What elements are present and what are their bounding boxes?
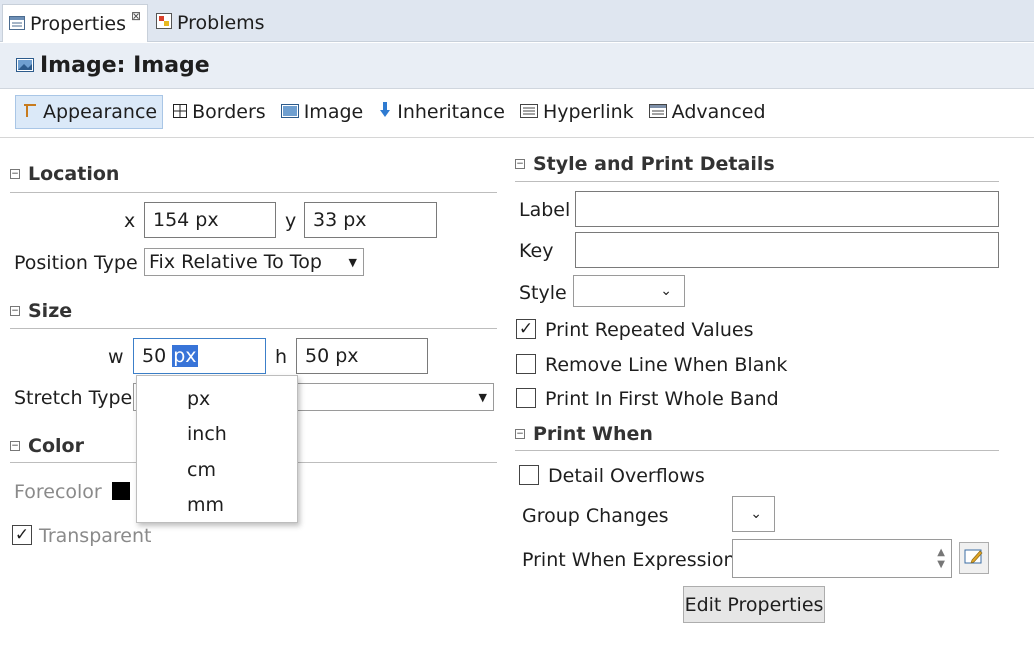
h-label: h <box>275 346 288 368</box>
y-label: y <box>285 210 297 232</box>
page-title: Image: Image <box>40 53 210 78</box>
x-label: x <box>124 210 136 232</box>
tab-appearance[interactable]: Appearance <box>15 95 164 129</box>
style-print-section-header[interactable]: − Style and Print Details <box>515 153 775 175</box>
forecolor-swatch[interactable] <box>112 482 130 500</box>
size-title: Size <box>28 300 73 322</box>
tab-hyperlink[interactable]: Hyperlink <box>514 95 639 129</box>
properties-header: Image: Image <box>0 43 1034 89</box>
image-icon <box>280 101 299 123</box>
tab-image[interactable]: Image <box>275 95 369 129</box>
style-label: Style <box>519 282 567 304</box>
edit-properties-button[interactable]: Edit Properties <box>683 586 825 623</box>
problems-icon <box>156 12 172 34</box>
color-title: Color <box>28 435 84 457</box>
collapse-icon[interactable]: − <box>515 429 525 439</box>
expression-label: Print When Expression <box>522 549 736 571</box>
collapse-icon[interactable]: − <box>515 159 525 169</box>
w-label: w <box>108 346 124 368</box>
expression-editor-button[interactable] <box>959 542 989 574</box>
detail-overflows-checkbox[interactable] <box>519 465 539 485</box>
transparent-label: Transparent <box>39 525 152 547</box>
tab-advanced[interactable]: Advanced <box>643 95 771 129</box>
section-tabs: Appearance Borders Image Inheritance Hyp… <box>0 90 1034 134</box>
unit-option-px[interactable]: px <box>187 388 210 410</box>
label-input[interactable] <box>575 191 999 227</box>
view-tab-strip: Properties ⊠ Problems <box>0 0 1034 42</box>
tab-borders[interactable]: Borders <box>167 95 271 129</box>
tab-advanced-label: Advanced <box>671 101 766 123</box>
transparent-checkbox[interactable]: ✓ <box>12 525 32 545</box>
expression-input[interactable]: ▲ ▼ <box>732 539 952 578</box>
stretch-type-label: Stretch Type <box>14 387 133 409</box>
hyperlink-icon <box>519 101 538 123</box>
color-section-header[interactable]: − Color <box>10 435 84 457</box>
tab-appearance-label: Appearance <box>43 101 158 123</box>
collapse-icon[interactable]: − <box>10 306 20 316</box>
location-title: Location <box>28 163 120 185</box>
tab-problems-label: Problems <box>177 12 265 34</box>
print-when-title: Print When <box>533 423 653 445</box>
size-section-header[interactable]: − Size <box>10 300 72 322</box>
collapse-icon[interactable]: − <box>10 441 20 451</box>
tab-problems[interactable]: Problems <box>150 4 270 42</box>
chevron-down-icon: ⌄ <box>750 506 762 522</box>
properties-icon <box>9 13 25 35</box>
w-unit-selected: px <box>172 345 198 367</box>
collapse-icon[interactable]: − <box>10 169 20 179</box>
style-print-title: Style and Print Details <box>533 153 775 175</box>
tab-image-label: Image <box>303 101 364 123</box>
dropdown-arrow-icon: ▼ <box>348 255 357 269</box>
group-changes-select[interactable]: ⌄ <box>732 496 775 532</box>
edit-icon <box>964 547 984 570</box>
advanced-icon <box>648 101 667 123</box>
image-icon <box>16 55 34 77</box>
unit-option-cm[interactable]: cm <box>187 459 216 481</box>
unit-option-inch[interactable]: inch <box>187 423 227 445</box>
x-input[interactable]: 154 px <box>144 202 276 238</box>
print-first-band-checkbox[interactable] <box>516 388 536 408</box>
forecolor-label: Forecolor <box>14 481 102 503</box>
position-type-select[interactable]: Fix Relative To Top ▼ <box>144 248 364 276</box>
w-number: 50 <box>142 345 173 367</box>
print-repeated-checkbox[interactable]: ✓ <box>516 319 536 339</box>
inheritance-icon <box>378 101 392 124</box>
unit-dropdown-menu: px inch cm mm <box>136 375 298 523</box>
y-input[interactable]: 33 px <box>304 202 437 238</box>
tab-borders-label: Borders <box>192 101 266 123</box>
label-label: Label <box>519 199 571 221</box>
divider <box>10 192 497 193</box>
tab-properties-label: Properties <box>30 12 127 35</box>
divider <box>10 328 497 329</box>
appearance-icon <box>22 101 38 123</box>
print-repeated-label: Print Repeated Values <box>545 319 754 341</box>
dropdown-arrow-icon: ▼ <box>478 390 487 404</box>
position-type-label: Position Type <box>14 252 138 274</box>
h-input[interactable]: 50 px <box>296 338 428 374</box>
divider <box>515 181 999 182</box>
remove-line-checkbox[interactable] <box>516 354 536 374</box>
key-input[interactable] <box>575 232 999 268</box>
tab-inheritance[interactable]: Inheritance <box>372 95 510 129</box>
unit-option-mm[interactable]: mm <box>187 494 224 516</box>
print-first-band-label: Print In First Whole Band <box>545 388 779 410</box>
key-label: Key <box>519 240 554 262</box>
group-changes-label: Group Changes <box>522 505 669 527</box>
spinner-arrows-icon[interactable]: ▲ ▼ <box>937 547 945 571</box>
position-type-value: Fix Relative To Top <box>149 251 322 273</box>
divider <box>515 450 999 451</box>
tab-properties[interactable]: Properties ⊠ <box>2 4 148 42</box>
remove-line-label: Remove Line When Blank <box>545 354 788 376</box>
print-when-section-header[interactable]: − Print When <box>515 423 653 445</box>
tab-inheritance-label: Inheritance <box>397 101 505 123</box>
close-icon[interactable]: ⊠ <box>131 9 141 23</box>
tab-hyperlink-label: Hyperlink <box>542 101 634 123</box>
style-select[interactable]: ⌄ <box>573 275 685 307</box>
detail-overflows-label: Detail Overflows <box>548 465 705 487</box>
divider <box>0 137 1034 138</box>
chevron-down-icon: ⌄ <box>660 283 672 299</box>
location-section-header[interactable]: − Location <box>10 163 119 185</box>
borders-icon <box>173 101 188 123</box>
w-input[interactable]: 50 px <box>133 338 266 374</box>
